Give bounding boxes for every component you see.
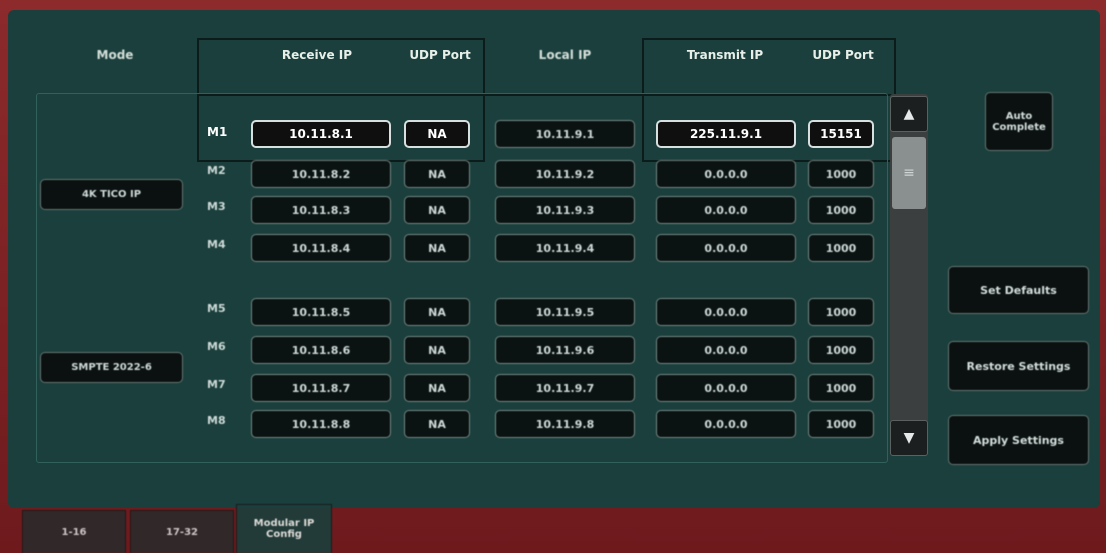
- udp-port-rx-field[interactable]: NA: [404, 120, 470, 148]
- scroll-up-button[interactable]: ▲: [890, 96, 928, 132]
- auto-complete-button[interactable]: Auto Complete: [985, 92, 1053, 151]
- receive-ip-field[interactable]: 10.11.8.3: [251, 196, 391, 224]
- receive-ip-field[interactable]: 10.11.8.5: [251, 298, 391, 326]
- local-ip-field[interactable]: 10.11.9.4: [495, 234, 635, 262]
- table-area: [36, 93, 888, 463]
- udp-port-tx-field[interactable]: 1000: [808, 298, 874, 326]
- up-arrow-icon: ▲: [903, 106, 915, 122]
- udp-port-tx-field[interactable]: 1000: [808, 196, 874, 224]
- row-label: M4: [207, 238, 226, 251]
- transmit-ip-field[interactable]: 0.0.0.0: [656, 234, 796, 262]
- row-label: M2: [207, 164, 226, 177]
- row-label: M7: [207, 378, 226, 391]
- row-label: M3: [207, 200, 226, 213]
- transmit-ip-field[interactable]: 0.0.0.0: [656, 374, 796, 402]
- local-ip-field[interactable]: 10.11.9.6: [495, 336, 635, 364]
- tab-bar: 1-16 17-32 Modular IP Config: [22, 504, 1102, 553]
- tab-1-16[interactable]: 1-16: [22, 510, 126, 553]
- apply-settings-button[interactable]: Apply Settings: [948, 415, 1089, 465]
- scroll-down-button[interactable]: ▼: [890, 420, 928, 456]
- receive-ip-field[interactable]: 10.11.8.6: [251, 336, 391, 364]
- udp-port-rx-field[interactable]: NA: [404, 298, 470, 326]
- transmit-ip-field[interactable]: 0.0.0.0: [656, 196, 796, 224]
- grip-lines-icon: ≡: [903, 165, 915, 181]
- udp-port-tx-field[interactable]: 1000: [808, 374, 874, 402]
- local-ip-field[interactable]: 10.11.9.1: [495, 120, 635, 148]
- udp-port-rx-field[interactable]: NA: [404, 374, 470, 402]
- transmit-ip-field[interactable]: 0.0.0.0: [656, 160, 796, 188]
- receive-ip-field[interactable]: 10.11.8.1: [251, 120, 391, 148]
- receive-ip-field[interactable]: 10.11.8.2: [251, 160, 391, 188]
- transmit-ip-field[interactable]: 0.0.0.0: [656, 410, 796, 438]
- udp-port-tx-field[interactable]: 1000: [808, 160, 874, 188]
- transmit-ip-field[interactable]: 225.11.9.1: [656, 120, 796, 148]
- header-local-ip: Local IP: [538, 48, 592, 62]
- udp-port-tx-field[interactable]: 1000: [808, 234, 874, 262]
- local-ip-field[interactable]: 10.11.9.2: [495, 160, 635, 188]
- udp-port-tx-field[interactable]: 15151: [808, 120, 874, 148]
- udp-port-rx-field[interactable]: NA: [404, 336, 470, 364]
- local-ip-field[interactable]: 10.11.9.3: [495, 196, 635, 224]
- mode-button-4k-tico-ip[interactable]: 4K TICO IP: [40, 179, 183, 210]
- row-label: M8: [207, 414, 226, 427]
- tab-modular-ip-config[interactable]: Modular IP Config: [236, 504, 332, 553]
- header-mode: Mode: [96, 48, 134, 62]
- udp-port-tx-field[interactable]: 1000: [808, 410, 874, 438]
- udp-port-rx-field[interactable]: NA: [404, 410, 470, 438]
- receive-ip-field[interactable]: 10.11.8.7: [251, 374, 391, 402]
- receive-ip-field[interactable]: 10.11.8.8: [251, 410, 391, 438]
- receive-ip-field[interactable]: 10.11.8.4: [251, 234, 391, 262]
- row-label: M5: [207, 302, 226, 315]
- restore-settings-button[interactable]: Restore Settings: [948, 341, 1089, 391]
- local-ip-field[interactable]: 10.11.9.8: [495, 410, 635, 438]
- udp-port-rx-field[interactable]: NA: [404, 160, 470, 188]
- mode-button-smpte-2022-6[interactable]: SMPTE 2022-6: [40, 352, 183, 383]
- set-defaults-button[interactable]: Set Defaults: [948, 266, 1089, 314]
- transmit-ip-field[interactable]: 0.0.0.0: [656, 336, 796, 364]
- tab-17-32[interactable]: 17-32: [130, 510, 234, 553]
- local-ip-field[interactable]: 10.11.9.7: [495, 374, 635, 402]
- row-label: M1: [207, 125, 228, 139]
- udp-port-rx-field[interactable]: NA: [404, 196, 470, 224]
- udp-port-tx-field[interactable]: 1000: [808, 336, 874, 364]
- transmit-ip-field[interactable]: 0.0.0.0: [656, 298, 796, 326]
- udp-port-rx-field[interactable]: NA: [404, 234, 470, 262]
- row-label: M6: [207, 340, 226, 353]
- scrollbar-thumb[interactable]: ≡: [892, 137, 926, 209]
- down-arrow-icon: ▼: [903, 430, 915, 446]
- local-ip-field[interactable]: 10.11.9.5: [495, 298, 635, 326]
